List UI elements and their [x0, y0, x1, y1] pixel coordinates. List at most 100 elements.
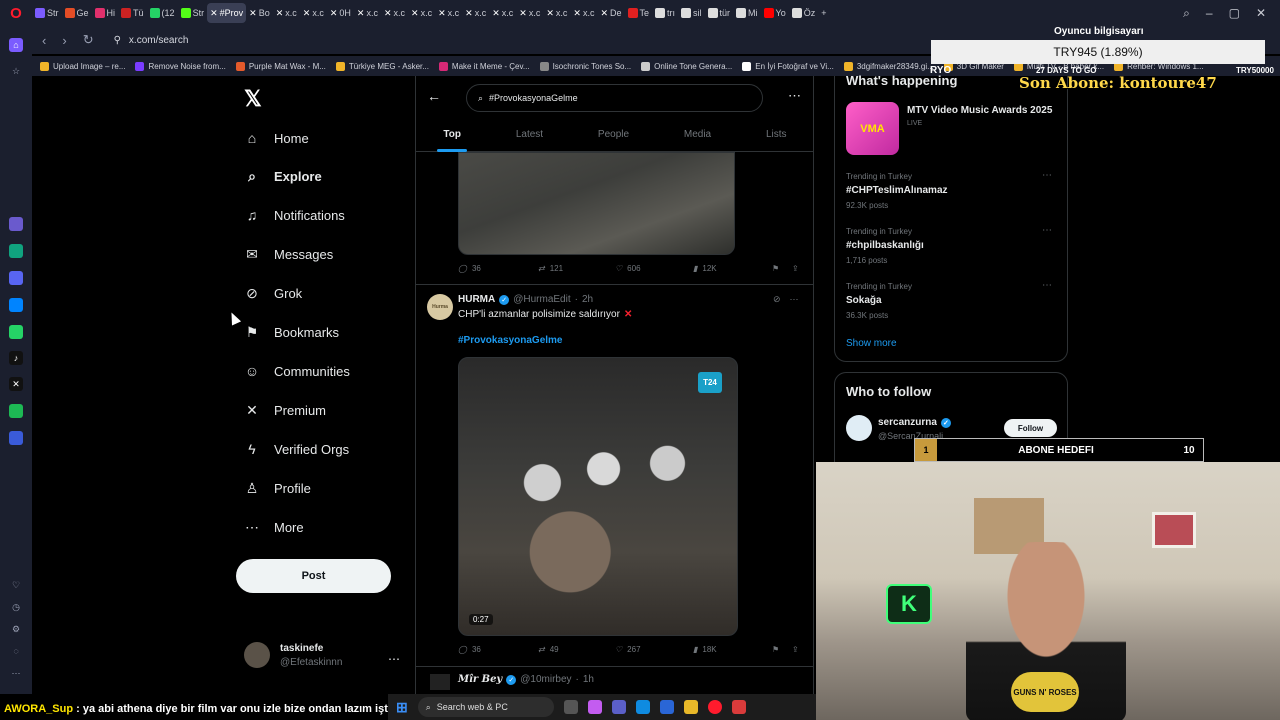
close-window-icon[interactable]: ✕: [1256, 6, 1266, 21]
x-app-icon[interactable]: ✕: [9, 377, 23, 391]
bookmark-icon[interactable]: ⚑: [772, 645, 779, 654]
author-name[interactable]: HURMA: [458, 294, 495, 305]
account-more-icon[interactable]: ⋯: [388, 652, 400, 666]
x-logo-icon[interactable]: 𝕏: [244, 86, 262, 112]
browser-tab[interactable]: ✕ x.c: [273, 3, 300, 23]
browser-tab[interactable]: Ge: [62, 3, 92, 23]
like-action[interactable]: ♡ 606: [615, 264, 641, 273]
like-action[interactable]: ♡ 267: [615, 645, 641, 654]
hashtag-link[interactable]: #ProvokasyonaGelme: [458, 335, 563, 346]
maximize-icon[interactable]: ▢: [1229, 6, 1240, 21]
trend-item[interactable]: Trending in Turkey Sokağa 36.3K posts ⋯: [846, 280, 1058, 320]
chatgpt-icon[interactable]: [9, 244, 23, 258]
copilot-icon[interactable]: [587, 700, 602, 714]
browser-tab[interactable]: trı: [652, 3, 678, 23]
file-explorer-icon[interactable]: [683, 700, 698, 714]
follow-button[interactable]: Follow: [1004, 419, 1057, 437]
account-switcher[interactable]: taskinefe @Efetaskinnn: [244, 642, 342, 668]
bookmark-item[interactable]: Remove Noise from...: [135, 61, 226, 71]
teams-icon[interactable]: [611, 700, 626, 714]
browser-tab[interactable]: ✕ x.c: [570, 3, 597, 23]
browser-tab[interactable]: ✕ 0H: [327, 3, 354, 23]
nav-more[interactable]: ⋯ More: [244, 515, 304, 539]
avatar[interactable]: [846, 415, 872, 441]
browser-tab[interactable]: ✕ x.c: [543, 3, 570, 23]
messenger-icon[interactable]: [9, 298, 23, 312]
browser-tab[interactable]: ✕ x.c: [462, 3, 489, 23]
tab-people[interactable]: People: [598, 118, 629, 151]
repost-action[interactable]: ⇄ 49: [538, 645, 559, 654]
browser-tab[interactable]: ✕ Bo: [246, 3, 273, 23]
minimize-icon[interactable]: –: [1206, 6, 1213, 21]
bookmark-item[interactable]: Türkiye MEG - Asker...: [335, 61, 429, 71]
star-icon[interactable]: ☆: [9, 64, 23, 78]
browser-tab[interactable]: ✕ x.c: [516, 3, 543, 23]
tweet-video[interactable]: T24 0:27: [458, 357, 738, 636]
event-image[interactable]: VMA: [846, 102, 899, 155]
tab-lists[interactable]: Lists: [766, 118, 787, 151]
tweet-media-image[interactable]: [458, 152, 735, 255]
app-icon[interactable]: [731, 700, 746, 714]
views-action[interactable]: ▮ 18K: [693, 645, 717, 654]
post-button[interactable]: Post: [236, 559, 391, 593]
opera-logo-icon[interactable]: O: [0, 0, 32, 26]
spotify-icon[interactable]: [9, 404, 23, 418]
nav-notifications[interactable]: ♫ Notifications: [244, 203, 345, 227]
whatsapp-icon[interactable]: [9, 325, 23, 339]
history-icon[interactable]: ◷: [9, 600, 23, 614]
repost-action[interactable]: ⇄ 121: [538, 264, 563, 273]
windows-start-icon[interactable]: ⊞: [396, 699, 408, 716]
browser-tab[interactable]: Tü: [118, 3, 147, 23]
browser-tab[interactable]: Str: [178, 3, 208, 23]
discord-icon[interactable]: [9, 271, 23, 285]
trend-more-icon[interactable]: ⋯: [1042, 280, 1052, 291]
forward-arrow-icon[interactable]: ›: [62, 33, 66, 48]
home-icon[interactable]: ⌂: [9, 38, 23, 52]
browser-tab[interactable]: ✕ x.c: [435, 3, 462, 23]
event-title[interactable]: MTV Video Music Awards 2025: [907, 105, 1052, 116]
browser-tab[interactable]: ✕ #Prov: [207, 3, 247, 23]
browser-tab[interactable]: ✕ De: [597, 3, 624, 23]
tweet-time[interactable]: 2h: [582, 294, 593, 305]
browser-tab[interactable]: ✕ x.c: [300, 3, 327, 23]
opera-icon[interactable]: [707, 700, 722, 714]
browser-tab[interactable]: ✕ x.c: [489, 3, 516, 23]
nav-explore[interactable]: ⌕ Explore: [244, 164, 322, 188]
nav-bookmarks[interactable]: ⚑ Bookmarks: [244, 320, 339, 344]
task-view-icon[interactable]: [563, 700, 578, 714]
bookmark-item[interactable]: Purple Mat Wax - M...: [235, 61, 326, 71]
browser-tab[interactable]: Te: [625, 3, 653, 23]
tab-media[interactable]: Media: [684, 118, 711, 151]
bookmark-item[interactable]: Make it Meme - Çev...: [438, 61, 530, 71]
browser-tab[interactable]: (12: [147, 3, 178, 23]
trend-item[interactable]: Trending in Turkey #CHPTeslimAlınamaz 92.3…: [846, 170, 1058, 210]
player-icon[interactable]: [9, 431, 23, 445]
grok-icon[interactable]: ⊘: [773, 294, 781, 305]
more-options-icon[interactable]: ⋯: [788, 88, 801, 104]
heart-icon[interactable]: ♡: [9, 578, 23, 592]
browser-tab[interactable]: sil: [678, 3, 705, 23]
settings-gear-icon[interactable]: ⚙: [9, 622, 23, 636]
browser-tab[interactable]: Mi: [733, 3, 761, 23]
edge-icon[interactable]: [635, 700, 650, 714]
trend-more-icon[interactable]: ⋯: [1042, 225, 1052, 236]
taskbar-search[interactable]: ⌕ Search web & PC: [417, 697, 554, 717]
share-icon[interactable]: ⇪: [792, 645, 799, 654]
browser-tab[interactable]: ✕ x.c: [381, 3, 408, 23]
back-arrow-icon[interactable]: ←: [427, 88, 441, 104]
lightbulb-icon[interactable]: ◌: [9, 644, 23, 658]
browser-tab[interactable]: Hi: [92, 3, 119, 23]
bookmark-item[interactable]: 3dgifmaker28349.gi...: [843, 61, 934, 71]
nav-premium[interactable]: ✕ Premium: [244, 398, 326, 422]
bookmark-item[interactable]: Isochronic Tones So...: [539, 61, 631, 71]
reload-icon[interactable]: ↻: [83, 32, 94, 48]
aria-icon[interactable]: [9, 217, 23, 231]
suggestion-name[interactable]: sercanzurna ✓: [878, 417, 951, 428]
tab-latest[interactable]: Latest: [516, 118, 543, 151]
nav-communities[interactable]: ☺ Communities: [244, 359, 350, 383]
trend-more-icon[interactable]: ⋯: [1042, 170, 1052, 181]
author-handle[interactable]: @HurmaEdit: [513, 294, 570, 305]
tiktok-icon[interactable]: ♪: [9, 351, 23, 365]
reply-action[interactable]: ◯ 36: [458, 645, 481, 654]
author-name[interactable]: Mîr Bey: [458, 674, 502, 685]
